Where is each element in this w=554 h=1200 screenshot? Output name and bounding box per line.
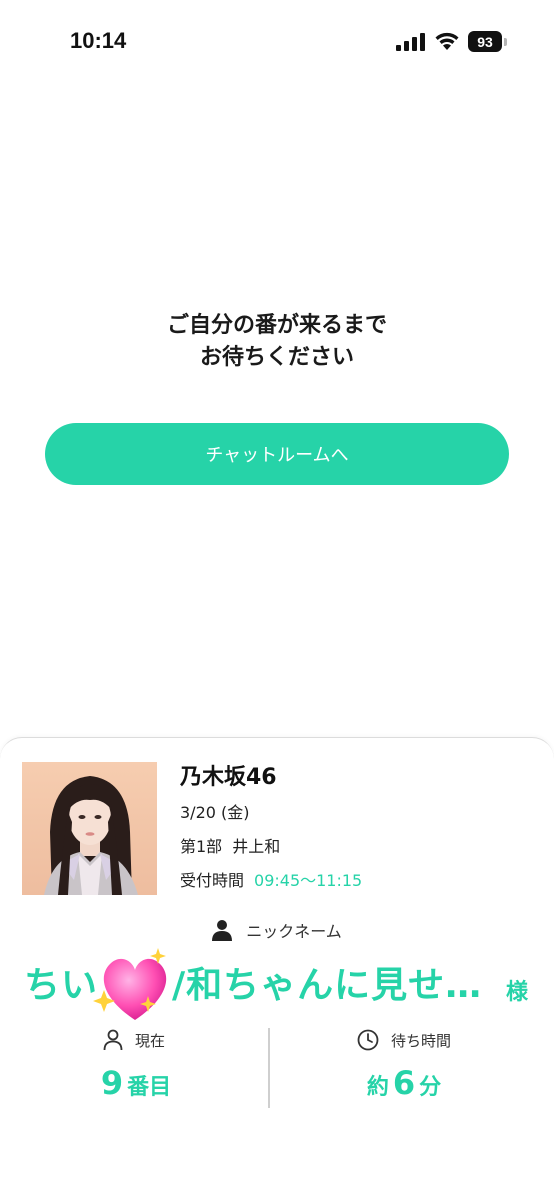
wait-unit: 分 — [419, 1075, 442, 1100]
current-label-row: 現在 — [0, 1028, 268, 1052]
status-bar: 10:14 93 — [0, 0, 554, 84]
wait-message: ご自分の番が来るまで お待ちください — [0, 310, 554, 374]
wait-label-row: 待ち時間 — [270, 1028, 538, 1052]
status-time: 10:14 — [70, 28, 127, 53]
wait-label: 待ち時間 — [390, 1031, 451, 1050]
battery-icon: 93 — [468, 31, 508, 52]
reception-label: 受付時間 — [180, 871, 245, 890]
session-part: 第1部 — [180, 837, 223, 856]
group-name: 乃木坂46 — [180, 765, 277, 790]
event-info: 乃木坂46 3/20 (金) 第1部 井上和 受付時間 09:45〜11:15 — [180, 762, 362, 892]
event-session: 第1部 井上和 — [180, 836, 362, 858]
person-outline-icon — [103, 1029, 123, 1051]
current-position: 現在 9 番目 — [0, 1028, 268, 1102]
current-unit: 番目 — [127, 1075, 172, 1100]
battery-level: 93 — [468, 31, 502, 52]
current-value: 9 — [100, 1064, 124, 1102]
wifi-icon — [435, 32, 459, 50]
chat-room-button[interactable]: チャットルームへ — [45, 423, 509, 485]
person-icon — [212, 920, 233, 941]
signal-icon — [396, 33, 425, 51]
nickname-suffix: 様 — [506, 980, 529, 1005]
reception-time: 09:45〜11:15 — [254, 871, 363, 890]
wait-message-line2: お待ちください — [199, 345, 354, 370]
wait-message-line1: ご自分の番が来るまで — [166, 313, 387, 338]
ticket-card: 乃木坂46 3/20 (金) 第1部 井上和 受付時間 09:45〜11:15 ニッ… — [0, 737, 554, 1200]
wait-value: 6 — [392, 1064, 416, 1102]
member-portrait-image — [22, 762, 157, 895]
wait-prefix: 約 — [366, 1075, 389, 1100]
queue-screen: 10:14 93 ご自分の番が来るまで お待ちください チャットルームへ 乃木坂… — [0, 0, 554, 1200]
nickname-row: ちい /和ちゃんに見せ… 様 — [0, 948, 554, 1020]
member-name: 井上和 — [232, 837, 281, 856]
queue-stats: 現在 9 番目 待ち時間 約6分 — [0, 1028, 554, 1108]
nickname-label: ニックネーム — [246, 922, 342, 941]
member-photo — [22, 762, 157, 895]
nickname-label-row: ニックネーム — [0, 918, 554, 942]
current-label: 現在 — [134, 1031, 165, 1050]
event-date: 3/20 (金) — [180, 803, 250, 822]
wait-time: 待ち時間 約6分 — [270, 1028, 538, 1102]
battery-cap — [504, 37, 507, 46]
wait-value-row: 約6分 — [270, 1064, 538, 1102]
clock-icon — [357, 1029, 379, 1051]
current-value-row: 9 番目 — [0, 1064, 268, 1102]
reception-row: 受付時間 09:45〜11:15 — [180, 870, 362, 892]
heart-sparkle-sticker — [93, 948, 167, 1020]
